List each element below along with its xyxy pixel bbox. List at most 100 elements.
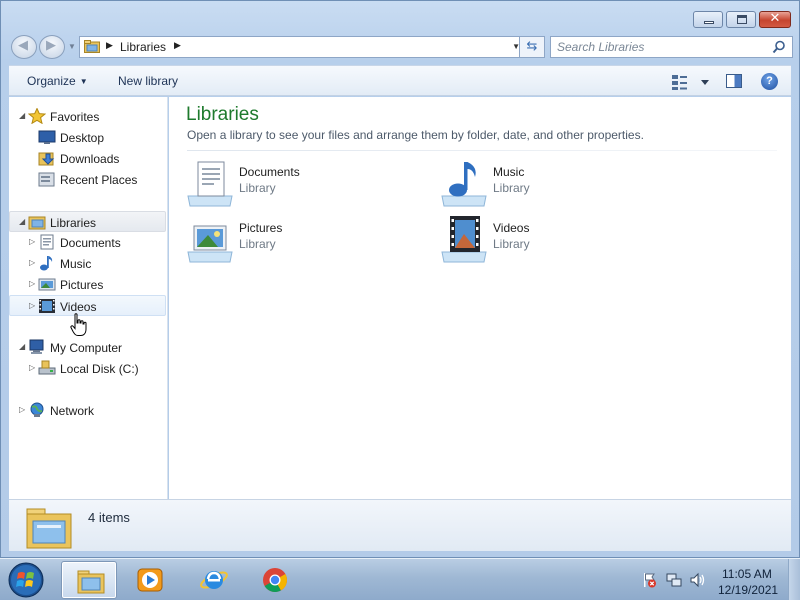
details-pane: 4 items: [9, 499, 791, 551]
tree-label-music: Music: [60, 257, 92, 271]
search-input[interactable]: [557, 40, 757, 54]
recent-pages-dropdown[interactable]: ▼: [68, 42, 76, 51]
tree-item-downloads[interactable]: Downloads: [9, 148, 166, 169]
taskbar-internet-explorer[interactable]: [185, 561, 241, 599]
desktop-icon: [38, 130, 56, 144]
taskbar-media-player[interactable]: [121, 561, 177, 599]
item-count: 4 items: [88, 510, 130, 525]
network-icon: [30, 402, 44, 417]
tree-label-pictures: Pictures: [60, 278, 104, 292]
tree-favorites[interactable]: ◢ Favorites: [9, 106, 166, 127]
library-name: Videos: [493, 221, 530, 235]
library-tile-documents[interactable]: Documents Library: [186, 160, 436, 210]
library-tile-videos[interactable]: Videos Library: [440, 216, 690, 266]
start-button[interactable]: [5, 560, 47, 600]
tree-item-pictures[interactable]: ▷ Pictures: [9, 274, 166, 295]
maximize-button[interactable]: [726, 11, 756, 28]
tree-label-desktop: Desktop: [60, 131, 105, 145]
downloads-icon: [38, 152, 55, 166]
explorer-window: ✕ ◀ ▶ ▼ ▶ Libraries ▶ ▼ ⇆ Organiz: [0, 0, 800, 558]
close-button[interactable]: ✕: [759, 11, 791, 28]
preview-pane-button[interactable]: [726, 74, 742, 88]
expander-collapsed-icon[interactable]: ▷: [29, 363, 35, 372]
tree-label-network: Network: [50, 404, 95, 418]
network-status-icon[interactable]: [666, 572, 682, 588]
forward-arrow-icon: ▶: [46, 38, 56, 53]
tree-item-music[interactable]: ▷ Music: [9, 253, 166, 274]
show-desktop-button[interactable]: [788, 559, 800, 600]
search-icon: [772, 40, 785, 54]
back-arrow-icon: ◀: [18, 38, 28, 53]
library-content-pane: Libraries Open a library to see your fil…: [169, 97, 791, 499]
navigation-pane: ◢ Favorites Desktop Downloads Recent Pla…: [9, 97, 168, 499]
videos-icon: [39, 299, 55, 313]
library-type: Library: [493, 181, 530, 195]
divider: [187, 150, 777, 151]
windows-explorer-icon: [77, 570, 105, 594]
libraries-folder-icon: [28, 216, 46, 230]
tree-item-local-disk[interactable]: ▷ Local Disk (C:): [9, 358, 166, 379]
library-tile-music[interactable]: Music Library: [440, 160, 690, 210]
favorites-star-icon: [28, 108, 46, 124]
address-bar[interactable]: ▶ Libraries ▶ ▼: [79, 36, 527, 58]
chrome-icon: [263, 568, 287, 593]
action-center-flag-icon[interactable]: [641, 572, 657, 588]
computer-icon: [29, 339, 44, 354]
minimize-icon: [704, 21, 714, 24]
tree-label-my-computer: My Computer: [50, 341, 123, 355]
library-name: Music: [493, 165, 525, 179]
documents-library-icon: [187, 161, 233, 207]
tree-item-documents[interactable]: ▷ Documents: [9, 232, 166, 253]
tree-item-recent-places[interactable]: Recent Places: [9, 169, 166, 190]
library-type: Library: [239, 237, 276, 251]
help-icon: ?: [766, 75, 773, 87]
tree-libraries[interactable]: ◢ Libraries: [9, 211, 166, 232]
new-library-button[interactable]: New library: [118, 74, 178, 88]
maximize-icon: [737, 15, 747, 24]
breadcrumb-separator-icon[interactable]: ▶: [106, 40, 113, 51]
clock-date[interactable]: 12/19/2021: [718, 583, 778, 597]
libraries-folder-icon: [84, 40, 100, 53]
expander-collapsed-icon[interactable]: ▷: [29, 301, 35, 310]
tree-label-favorites: Favorites: [50, 110, 100, 124]
library-name: Documents: [239, 165, 300, 179]
expander-collapsed-icon[interactable]: ▷: [29, 258, 35, 267]
help-button[interactable]: ?: [761, 73, 778, 90]
pictures-library-icon: [187, 225, 233, 263]
breadcrumb-libraries[interactable]: Libraries: [120, 40, 166, 54]
taskbar-windows-explorer[interactable]: [61, 561, 117, 599]
expander-expanded-icon[interactable]: ◢: [19, 217, 25, 226]
expander-collapsed-icon[interactable]: ▷: [29, 279, 35, 288]
search-box[interactable]: [550, 36, 793, 58]
tree-item-desktop[interactable]: Desktop: [9, 127, 166, 148]
volume-icon[interactable]: [690, 572, 706, 588]
tree-label-downloads: Downloads: [60, 152, 120, 166]
organize-menu[interactable]: Organize ▼: [27, 74, 88, 88]
library-tile-pictures[interactable]: Pictures Library: [186, 216, 436, 266]
expander-collapsed-icon[interactable]: ▷: [29, 237, 35, 246]
internet-explorer-icon: [200, 571, 228, 589]
expander-expanded-icon[interactable]: ◢: [19, 342, 25, 351]
documents-icon: [40, 234, 54, 250]
refresh-button[interactable]: ⇆: [519, 36, 545, 58]
expander-expanded-icon[interactable]: ◢: [19, 111, 25, 120]
taskbar-chrome[interactable]: [246, 561, 302, 599]
command-bar: Organize ▼ New library ?: [9, 65, 791, 96]
tree-label-recent-places: Recent Places: [60, 173, 138, 187]
organize-label: Organize: [27, 74, 76, 88]
forward-button[interactable]: ▶: [39, 35, 65, 59]
chevron-down-icon: ▼: [79, 77, 88, 86]
recent-places-icon: [38, 172, 55, 187]
clock-time[interactable]: 11:05 AM: [722, 567, 772, 581]
back-button[interactable]: ◀: [11, 35, 37, 59]
pictures-icon: [38, 278, 56, 291]
tree-network[interactable]: ▷ Network: [9, 400, 166, 421]
expander-collapsed-icon[interactable]: ▷: [19, 405, 25, 414]
minimize-button[interactable]: [693, 11, 723, 28]
tree-my-computer[interactable]: ◢ My Computer: [9, 337, 166, 358]
change-view-button[interactable]: [671, 73, 711, 91]
navigation-row: ◀ ▶ ▼ ▶ Libraries ▶ ▼ ⇆: [9, 33, 793, 61]
breadcrumb-separator-icon[interactable]: ▶: [174, 40, 181, 51]
refresh-icon: ⇆: [526, 39, 538, 54]
page-title: Libraries: [186, 104, 259, 125]
